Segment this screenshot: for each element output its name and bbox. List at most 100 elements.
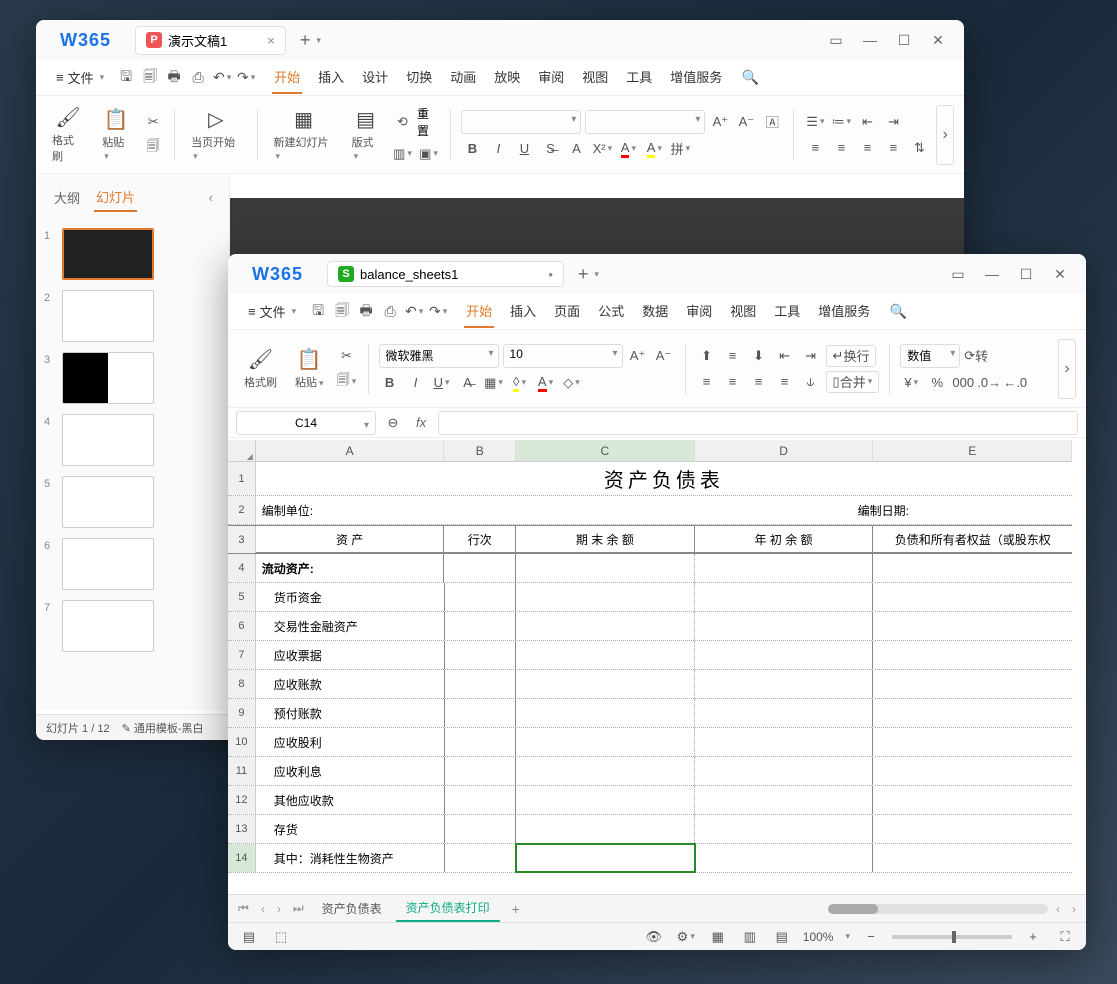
sheet-first-icon[interactable]: ⏮ [234, 899, 253, 918]
format-painter-button[interactable]: 🖌格式刷 [46, 101, 90, 168]
slide-thumb-5[interactable] [62, 476, 154, 528]
cell[interactable]: 应收票据 [256, 641, 445, 669]
menu-start[interactable]: 开始 [272, 61, 302, 94]
zoom-slider[interactable] [892, 935, 1012, 939]
line-spacing-icon[interactable]: ⇅ [908, 137, 930, 159]
window-panel-icon[interactable]: ▭ [950, 266, 966, 282]
clear-icon[interactable]: ◇▾ [561, 372, 583, 394]
slide-thumb-4[interactable] [62, 414, 154, 466]
cell[interactable]: 编制单位: [256, 496, 695, 524]
decrease-indent-icon[interactable]: ⇤ [856, 111, 878, 133]
sheet-tab-1[interactable]: 资产负债表 [312, 896, 392, 921]
header-beginning[interactable]: 年 初 余 额 [695, 526, 874, 553]
sheet-prev-icon[interactable]: ‹ [257, 900, 269, 918]
fill-color-icon[interactable]: ◊▾ [509, 372, 531, 394]
gear-icon[interactable]: ⚙▾ [675, 926, 697, 948]
print-preview-icon[interactable]: ⎙ [380, 302, 400, 322]
justify-icon[interactable]: ≡ [882, 137, 904, 159]
header-equity[interactable]: 负债和所有者权益（或股东权 [873, 526, 1072, 553]
wrap-button[interactable]: ↵ 换行 [826, 345, 877, 367]
cell[interactable] [873, 844, 1072, 872]
shrink-font-icon[interactable]: A⁻ [653, 345, 675, 367]
col-header-c[interactable]: C [516, 440, 695, 461]
align-left-icon[interactable]: ≡ [804, 137, 826, 159]
increase-indent-icon[interactable]: ⇥ [882, 111, 904, 133]
bold-icon[interactable]: B [461, 138, 483, 160]
cell[interactable]: 其中：消耗性生物资产 [256, 844, 445, 872]
menu-review[interactable]: 审阅 [536, 61, 566, 94]
minimize-button[interactable]: — [984, 266, 1000, 282]
redo-icon[interactable]: ↷▾ [428, 302, 448, 322]
tab-menu-icon[interactable]: ▾ [594, 269, 599, 280]
ribbon-scroll-right[interactable]: › [936, 105, 954, 165]
row-header-3[interactable]: 3 [228, 526, 256, 553]
cell-reference[interactable]: C14 [236, 411, 376, 435]
print-icon[interactable]: 🖶 [164, 68, 184, 88]
row-header-5[interactable]: 5 [228, 583, 256, 611]
highlight-icon[interactable]: A▾ [643, 138, 665, 160]
cut-icon[interactable]: ✂ [336, 345, 358, 367]
view-pagelayout-icon[interactable]: ▤ [771, 926, 793, 948]
cell[interactable]: 存货 [256, 815, 445, 843]
cut-icon[interactable]: ✂ [142, 111, 164, 133]
grow-font-icon[interactable]: A⁺ [709, 111, 731, 133]
copy-icon[interactable]: 🗐 [142, 137, 164, 159]
menu-slideshow[interactable]: 放映 [492, 61, 522, 94]
zoom-level[interactable]: 100% [803, 930, 834, 944]
hscroll-right-icon[interactable]: › [1068, 900, 1080, 918]
status-explore-icon[interactable]: ⬚ [270, 926, 292, 948]
document-tab[interactable]: S balance_sheets1 • [327, 261, 564, 287]
eye-icon[interactable]: 👁 [643, 926, 665, 948]
cell[interactable]: 应收账款 [256, 670, 445, 698]
reset-icon[interactable]: ⟲ [392, 111, 413, 133]
fullscreen-icon[interactable]: ⛶ [1054, 926, 1076, 948]
cell[interactable] [516, 757, 695, 785]
cell[interactable] [695, 699, 874, 727]
bullets-icon[interactable]: ☰▾ [804, 111, 826, 133]
dec-decimal-icon[interactable]: ←.0 [1004, 372, 1026, 394]
sheet-last-icon[interactable]: ⏭ [289, 899, 308, 918]
menu-insert[interactable]: 插入 [316, 61, 346, 94]
cell[interactable] [445, 728, 517, 756]
save-as-icon[interactable]: 🗐 [140, 68, 160, 88]
cell[interactable]: 应收股利 [256, 728, 445, 756]
view-pagebreak-icon[interactable]: ▥ [739, 926, 761, 948]
cell[interactable]: 预付账款 [256, 699, 445, 727]
distribute-icon[interactable]: ⫝ [800, 371, 822, 393]
superscript-icon[interactable]: X²▾ [591, 138, 613, 160]
save-icon[interactable]: 🖫 [116, 68, 136, 88]
file-menu[interactable]: ≡ 文件 ▾ [48, 64, 112, 91]
from-start-button[interactable]: ▷当页开始▾ [185, 103, 246, 166]
cell[interactable]: 编制日期: [695, 496, 1072, 524]
file-menu[interactable]: ≡ 文件 ▾ [240, 298, 304, 325]
cell[interactable] [516, 699, 695, 727]
tab-close-icon[interactable]: × [267, 33, 275, 48]
inc-decimal-icon[interactable]: .0→ [978, 372, 1000, 394]
cell[interactable] [873, 786, 1072, 814]
merge-button[interactable]: ▯ 合并▾ [826, 371, 880, 393]
close-button[interactable]: ✕ [930, 32, 946, 48]
menu-data[interactable]: 数据 [640, 295, 670, 328]
section2-icon[interactable]: ▣▾ [418, 143, 440, 165]
slide-thumb-1[interactable] [62, 228, 154, 280]
cell[interactable] [695, 757, 874, 785]
bold-icon[interactable]: B [379, 372, 401, 394]
fx-icon[interactable]: fx [410, 415, 432, 430]
row-header-13[interactable]: 13 [228, 815, 256, 843]
sheet-next-icon[interactable]: › [273, 900, 285, 918]
col-header-e[interactable]: E [873, 440, 1072, 461]
cell[interactable] [445, 612, 517, 640]
underline-icon[interactable]: U▾ [431, 372, 453, 394]
underline-icon[interactable]: U [513, 138, 535, 160]
menu-page[interactable]: 页面 [552, 295, 582, 328]
cell[interactable] [445, 786, 517, 814]
cell[interactable] [695, 583, 874, 611]
italic-icon[interactable]: I [487, 138, 509, 160]
align-center-icon[interactable]: ≡ [830, 137, 852, 159]
cell[interactable] [516, 641, 695, 669]
menu-view[interactable]: 视图 [580, 61, 610, 94]
menu-tools[interactable]: 工具 [624, 61, 654, 94]
clear-format-icon[interactable]: 🄰 [761, 111, 783, 133]
shrink-font-icon[interactable]: A⁻ [735, 111, 757, 133]
row-header-1[interactable]: 1 [228, 462, 256, 495]
